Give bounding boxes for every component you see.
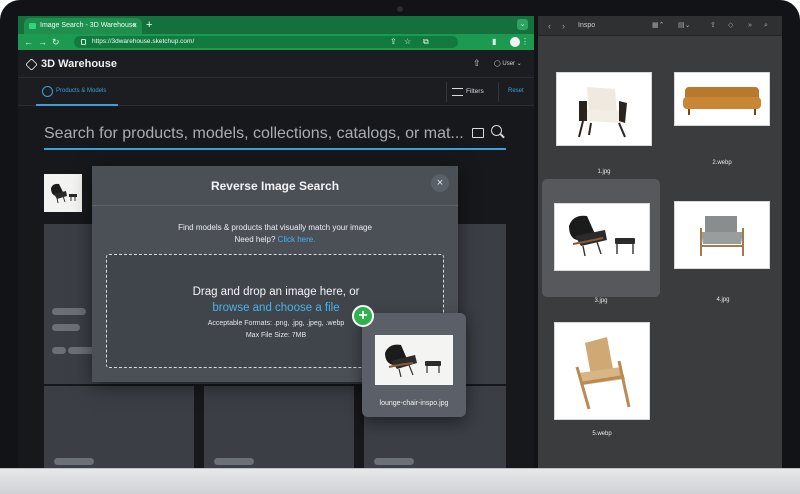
file-thumbnail-selected[interactable] [554, 203, 650, 271]
finder-toolbar: ‹ › Inspo ▦⌃ ▤⌄ ⇪ ◇ » ⌕ [538, 16, 782, 36]
sidebar-icon[interactable]: ▮ [492, 36, 496, 48]
file-thumbnail[interactable] [556, 72, 652, 146]
tab-close-icon[interactable]: × [132, 18, 137, 34]
results-placeholder [44, 386, 194, 468]
view-grid-icon[interactable]: ▦⌃ [652, 21, 664, 31]
help-link[interactable]: Click here. [278, 235, 316, 244]
file-name[interactable]: 4.jpg [693, 296, 753, 304]
browser-tab[interactable]: Image Search - 3D Warehouse × [24, 18, 142, 34]
site-logo[interactable]: 3D Warehouse [25, 58, 118, 71]
image-search-icon[interactable] [472, 128, 484, 138]
new-tab-button[interactable]: + [146, 17, 152, 33]
file-name[interactable]: 3.jpg [571, 297, 631, 305]
filters-label: Filters [466, 88, 484, 95]
webcam [397, 6, 403, 12]
lock-icon [81, 39, 86, 45]
divider [498, 82, 499, 102]
dragged-file-name: lounge-chair-inspo.jpg [379, 400, 449, 407]
sofa-image-icon [683, 87, 761, 115]
share-icon[interactable]: ⇪ [710, 21, 716, 31]
file-name[interactable]: 5.webp [572, 430, 632, 438]
bookmark-star-icon[interactable]: ☆ [404, 36, 411, 48]
lounge-chair-image-icon [569, 215, 635, 257]
more-icon[interactable]: » [748, 21, 752, 31]
tab-search-icon[interactable]: ⌄ [517, 19, 528, 30]
user-label: User [502, 61, 516, 67]
filters-button[interactable]: Filters [452, 87, 484, 97]
address-bar: ← → ↻ https://3dwarehouse.sketchup.com/ … [18, 34, 534, 50]
user-menu[interactable]: ◯ User ⌄ [494, 60, 522, 67]
placeholder-pill [52, 347, 66, 354]
help-line: Need help? Click here. [92, 234, 458, 245]
armchair-image-icon [578, 87, 627, 138]
folder-title: Inspo [578, 22, 596, 29]
logo-text: 3D Warehouse [41, 58, 118, 70]
forward-icon[interactable]: › [562, 20, 565, 32]
placeholder-pill [374, 458, 414, 465]
modal-description: Find models & products that visually mat… [178, 223, 372, 232]
upload-icon[interactable]: ⇧ [473, 58, 481, 69]
results-placeholder [204, 386, 354, 468]
forward-icon[interactable]: → [38, 36, 47, 48]
placeholder-pill [54, 458, 94, 465]
finder-window: ‹ › Inspo ▦⌃ ▤⌄ ⇪ ◇ » ⌕ 1.jpg 2.webp 3.j… [538, 16, 782, 468]
modal-header: Reverse Image Search × [92, 166, 458, 206]
file-name[interactable]: 2.webp [692, 159, 752, 167]
search-icon[interactable] [491, 125, 502, 136]
products-tab-label: Products & Models [56, 88, 107, 94]
url-input[interactable]: https://3dwarehouse.sketchup.com/ [74, 36, 458, 48]
favicon-icon [29, 23, 36, 29]
dragged-file[interactable]: lounge-chair-inspo.jpg [362, 313, 466, 417]
wood-armchair-image-icon [700, 216, 744, 256]
search-icon[interactable]: ⌕ [764, 21, 768, 31]
placeholder-pill [214, 458, 254, 465]
laptop-base [0, 468, 800, 494]
tag-icon[interactable]: ◇ [728, 21, 733, 31]
extensions-icon[interactable]: ⧉ [423, 36, 429, 48]
group-icon[interactable]: ▤⌄ [678, 21, 690, 31]
site-header: 3D Warehouse ⇧ ◯ User ⌄ [18, 50, 534, 78]
lounge-chair-thumbnail-icon [51, 183, 77, 204]
file-thumbnail[interactable] [554, 322, 650, 420]
file-thumbnail[interactable] [674, 72, 770, 126]
lounge-chair-icon [385, 344, 441, 378]
divider [446, 82, 447, 102]
reset-button[interactable]: Reset [508, 88, 524, 94]
add-copy-icon: + [352, 305, 374, 327]
active-tab-indicator [36, 104, 118, 106]
globe-icon [42, 86, 53, 97]
drop-instructions: Drag and drop an image here, or [192, 286, 360, 298]
tab-bar: Image Search - 3D Warehouse × + ⌄ [18, 16, 534, 34]
modal-title: Reverse Image Search [210, 179, 340, 193]
tab-title: Image Search - 3D Warehouse [40, 22, 137, 29]
placeholder-pill [52, 324, 80, 331]
url-text: https://3dwarehouse.sketchup.com/ [92, 38, 195, 45]
back-icon[interactable]: ‹ [548, 20, 551, 32]
placeholder-pill [52, 308, 86, 315]
filter-sliders-icon [452, 88, 463, 96]
help-prefix: Need help? [234, 235, 276, 244]
reload-icon[interactable]: ↻ [52, 36, 60, 48]
profile-avatar[interactable] [510, 37, 520, 47]
recent-image-thumbnail[interactable] [44, 174, 82, 212]
back-icon[interactable]: ← [24, 36, 33, 48]
dragged-file-thumbnail [375, 335, 453, 385]
share-page-icon[interactable]: ⇪ [390, 36, 397, 48]
close-icon[interactable]: × [431, 174, 449, 192]
search-bar[interactable]: Search for products, models, collections… [44, 118, 506, 150]
file-name[interactable]: 1.jpg [574, 168, 634, 176]
cube-logo-icon [25, 58, 38, 71]
lounge-wood-chair-image-icon [575, 337, 631, 410]
search-input[interactable]: Search for products, models, collections… [44, 124, 464, 144]
browser-menu-icon[interactable]: ⋮ [521, 36, 529, 48]
file-thumbnail[interactable] [674, 201, 770, 269]
tab-products-models[interactable]: Products & Models [42, 86, 106, 97]
